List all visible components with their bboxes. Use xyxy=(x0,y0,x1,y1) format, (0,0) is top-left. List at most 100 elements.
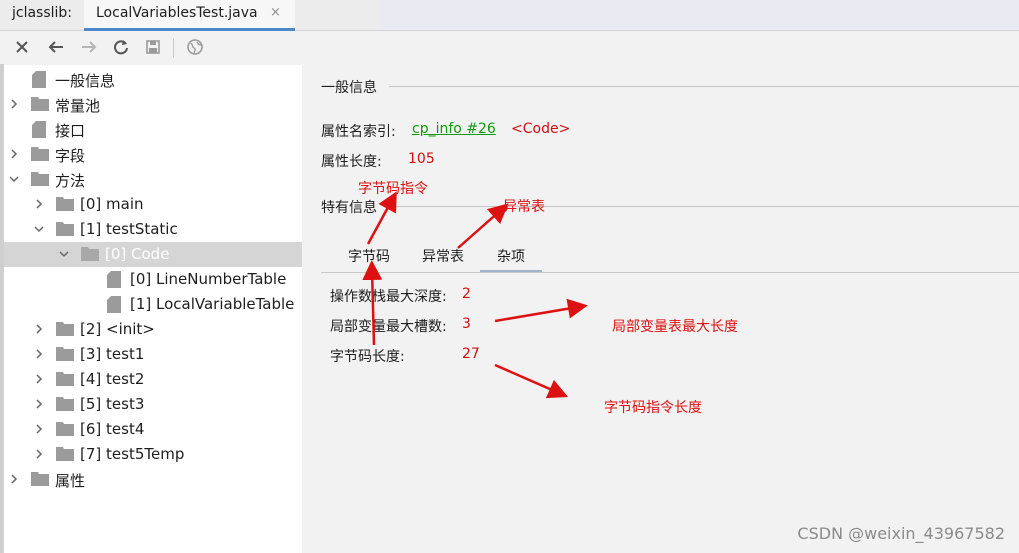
max-locals-value: 3 xyxy=(462,316,471,332)
folder-icon xyxy=(56,446,74,465)
folder-icon xyxy=(31,96,49,115)
chevron-right-icon[interactable] xyxy=(33,448,45,460)
chevron-right-icon[interactable] xyxy=(8,98,20,110)
tree-item-constant-pool[interactable]: 常量池 xyxy=(4,92,302,117)
tree-label: [4] test2 xyxy=(80,370,145,388)
forward-arrow-icon[interactable] xyxy=(77,35,101,59)
tree-item-fields[interactable]: 字段 xyxy=(4,142,302,167)
tab-bar-divider xyxy=(321,272,1019,273)
tree-label: [1] testStatic xyxy=(80,220,178,238)
tree-item-method-test3[interactable]: [5] test3 xyxy=(4,392,302,417)
specific-info-title: 特有信息 xyxy=(321,200,377,216)
folder-icon xyxy=(31,146,49,165)
chevron-down-icon[interactable] xyxy=(8,173,20,185)
tree-item-method-test5temp[interactable]: [7] test5Temp xyxy=(4,442,302,467)
chevron-right-icon[interactable] xyxy=(33,373,45,385)
tree-item-methods[interactable]: 方法 xyxy=(4,167,302,192)
tree-item-method-test1[interactable]: [3] test1 xyxy=(4,342,302,367)
folder-icon xyxy=(56,196,74,215)
tab-close-icon[interactable]: × xyxy=(270,5,281,20)
tree-label: [5] test3 xyxy=(80,395,145,413)
toolbar xyxy=(0,31,1019,64)
tree-label: [6] test4 xyxy=(80,420,145,438)
tree-label: [0] main xyxy=(80,195,144,213)
chevron-down-icon[interactable] xyxy=(33,223,45,235)
folder-icon xyxy=(81,246,99,265)
tree-item-linenumbertable[interactable]: [0] LineNumberTable xyxy=(4,267,302,292)
code-length-label: 字节码长度: xyxy=(330,349,405,365)
tree-item-attributes[interactable]: 属性 xyxy=(4,467,302,492)
chevron-down-icon[interactable] xyxy=(58,248,70,260)
tree-item-method-test4[interactable]: [6] test4 xyxy=(4,417,302,442)
general-info-title: 一般信息 xyxy=(321,80,377,96)
tree-label: [3] test1 xyxy=(80,345,145,363)
file-icon xyxy=(107,296,121,317)
attribute-detail-panel: 一般信息 属性名索引: cp_info #26 <Code> 属性长度: 105… xyxy=(303,65,1019,553)
chevron-right-icon[interactable] xyxy=(33,323,45,335)
chevron-right-icon[interactable] xyxy=(33,198,45,210)
tab-label: LocalVariablesTest.java xyxy=(96,5,258,21)
attr-length-value: 105 xyxy=(408,151,435,167)
refresh-icon[interactable] xyxy=(109,35,133,59)
tab-strip-fill xyxy=(380,0,1019,30)
annotation-exception-table: 异常表 xyxy=(503,199,545,215)
folder-icon xyxy=(31,171,49,190)
chevron-right-icon[interactable] xyxy=(8,473,20,485)
tab-misc[interactable]: 杂项 xyxy=(497,246,525,266)
csdn-watermark: CSDN @weixin_43967582 xyxy=(797,524,1005,543)
tree-label: [0] Code xyxy=(105,245,170,263)
folder-icon xyxy=(56,221,74,240)
section-divider xyxy=(389,206,1019,207)
annotation-max-locals: 局部变量表最大长度 xyxy=(612,319,738,335)
max-stack-label: 操作数栈最大深度: xyxy=(330,289,447,305)
folder-icon xyxy=(56,371,74,390)
max-locals-label: 局部变量最大槽数: xyxy=(330,319,447,335)
tree-label: [0] LineNumberTable xyxy=(130,270,287,288)
tree-item-code[interactable]: [0] Code xyxy=(4,242,302,267)
tree-label: 方法 xyxy=(55,172,86,190)
folder-icon xyxy=(31,471,49,490)
attr-length-label: 属性长度: xyxy=(321,154,382,170)
tab-localvariablestest[interactable]: LocalVariablesTest.java × xyxy=(84,0,295,31)
close-icon[interactable] xyxy=(10,35,34,59)
cp-info-link[interactable]: cp_info #26 xyxy=(412,121,496,137)
attr-name-index-label: 属性名索引: xyxy=(321,124,396,140)
section-divider xyxy=(389,86,1019,87)
tab-bytecode[interactable]: 字节码 xyxy=(348,246,390,266)
chevron-right-icon[interactable] xyxy=(33,348,45,360)
tree-label: 常量池 xyxy=(55,97,101,115)
chevron-right-icon[interactable] xyxy=(8,148,20,160)
tree-label: 属性 xyxy=(55,472,86,490)
folder-icon xyxy=(56,396,74,415)
tree-label: [2] <init> xyxy=(80,320,155,338)
tree-item-localvariabletable[interactable]: [1] LocalVariableTable xyxy=(4,292,302,317)
tree-item-method-main[interactable]: [0] main xyxy=(4,192,302,217)
web-icon[interactable] xyxy=(183,35,207,59)
tab-exception-table[interactable]: 异常表 xyxy=(422,246,464,266)
save-icon[interactable] xyxy=(141,35,165,59)
tree-label: 一般信息 xyxy=(55,72,116,90)
tree-item-method-test2[interactable]: [4] test2 xyxy=(4,367,302,392)
toolbar-separator xyxy=(173,38,174,58)
editor-tab-bar: jclasslib: LocalVariablesTest.java × xyxy=(0,0,1019,31)
tree-label: 字段 xyxy=(55,147,86,165)
max-stack-value: 2 xyxy=(462,286,471,302)
folder-icon xyxy=(56,421,74,440)
annotation-bytecode-instructions: 字节码指令 xyxy=(358,181,428,197)
file-icon xyxy=(32,71,46,92)
attr-name-value: <Code> xyxy=(511,121,571,137)
tree-label: 接口 xyxy=(55,122,86,140)
chevron-right-icon[interactable] xyxy=(33,398,45,410)
folder-icon xyxy=(56,321,74,340)
tree-item-method-teststatic[interactable]: [1] testStatic xyxy=(4,217,302,242)
back-arrow-icon[interactable] xyxy=(44,35,68,59)
tree-item-method-init[interactable]: [2] <init> xyxy=(4,317,302,342)
code-length-value: 27 xyxy=(462,346,480,362)
tree-item-interfaces[interactable]: 接口 xyxy=(4,117,302,142)
tree-item-general[interactable]: 一般信息 xyxy=(4,67,302,92)
chevron-right-icon[interactable] xyxy=(33,423,45,435)
folder-icon xyxy=(56,346,74,365)
file-icon xyxy=(107,271,121,292)
tree-label: [7] test5Temp xyxy=(80,445,185,463)
tree-label: [1] LocalVariableTable xyxy=(130,295,295,313)
